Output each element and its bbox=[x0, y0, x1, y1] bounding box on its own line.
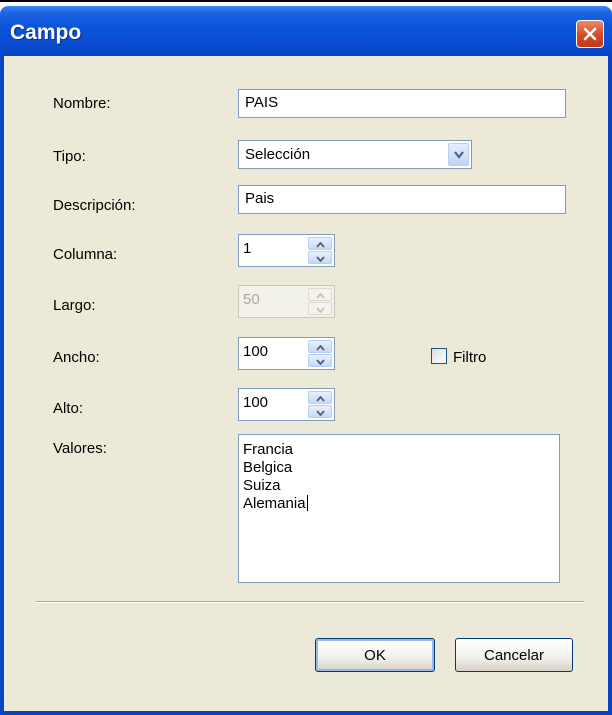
tipo-select[interactable]: Selección bbox=[238, 140, 472, 169]
columna-label: Columna: bbox=[53, 246, 118, 263]
valores-label: Valores: bbox=[53, 440, 107, 457]
valores-line-text: Alemania bbox=[243, 495, 306, 512]
arrow-down-icon bbox=[315, 300, 325, 318]
filtro-checkbox[interactable] bbox=[431, 348, 447, 364]
alto-value: 100 bbox=[243, 394, 269, 411]
columna-value: 1 bbox=[243, 240, 252, 257]
window-title: Campo bbox=[10, 21, 82, 44]
columna-stepper[interactable]: 1 bbox=[238, 234, 335, 267]
valores-line: Suiza bbox=[243, 477, 281, 494]
largo-label: Largo: bbox=[53, 297, 96, 314]
campo-dialog: Campo Nombre: PAIS Tipo: Selección Descr… bbox=[0, 6, 612, 715]
alto-label: Alto: bbox=[53, 400, 84, 417]
tipo-selected-value: Selección bbox=[245, 146, 311, 163]
top-border-line bbox=[0, 0, 612, 5]
largo-down-button bbox=[308, 302, 332, 315]
ancho-label: Ancho: bbox=[53, 349, 100, 366]
ok-button[interactable]: OK bbox=[315, 638, 435, 672]
columna-down-button[interactable] bbox=[308, 251, 332, 264]
nombre-field[interactable]: PAIS bbox=[238, 89, 566, 118]
separator-line bbox=[36, 601, 584, 603]
alto-down-button[interactable] bbox=[308, 405, 332, 418]
nombre-label: Nombre: bbox=[53, 95, 111, 112]
descripcion-label: Descripción: bbox=[53, 197, 136, 214]
descripcion-field[interactable]: Pais bbox=[238, 185, 566, 214]
largo-stepper: 50 bbox=[238, 285, 335, 318]
valores-line: Belgica bbox=[243, 459, 293, 476]
valores-textarea[interactable]: Francia Belgica Suiza Alemania bbox=[238, 434, 560, 583]
arrow-down-icon bbox=[315, 352, 325, 370]
close-button[interactable] bbox=[576, 20, 604, 48]
ancho-stepper[interactable]: 100 bbox=[238, 337, 335, 370]
ancho-value: 100 bbox=[243, 343, 269, 360]
arrow-down-icon bbox=[315, 249, 325, 267]
alto-stepper[interactable]: 100 bbox=[238, 388, 335, 421]
tipo-label: Tipo: bbox=[53, 148, 86, 165]
arrow-down-icon bbox=[315, 403, 325, 421]
filtro-label[interactable]: Filtro bbox=[453, 349, 486, 366]
largo-value: 50 bbox=[243, 291, 260, 308]
text-caret bbox=[306, 495, 308, 511]
ancho-down-button[interactable] bbox=[308, 354, 332, 367]
valores-line-last: Alemania bbox=[243, 495, 555, 513]
chevron-down-icon[interactable] bbox=[448, 143, 469, 166]
title-bar[interactable]: Campo bbox=[0, 6, 612, 56]
cancel-button[interactable]: Cancelar bbox=[455, 638, 573, 672]
close-icon bbox=[582, 26, 598, 42]
dialog-body: Nombre: PAIS Tipo: Selección Descripción… bbox=[0, 56, 612, 715]
valores-line: Francia bbox=[243, 441, 294, 458]
